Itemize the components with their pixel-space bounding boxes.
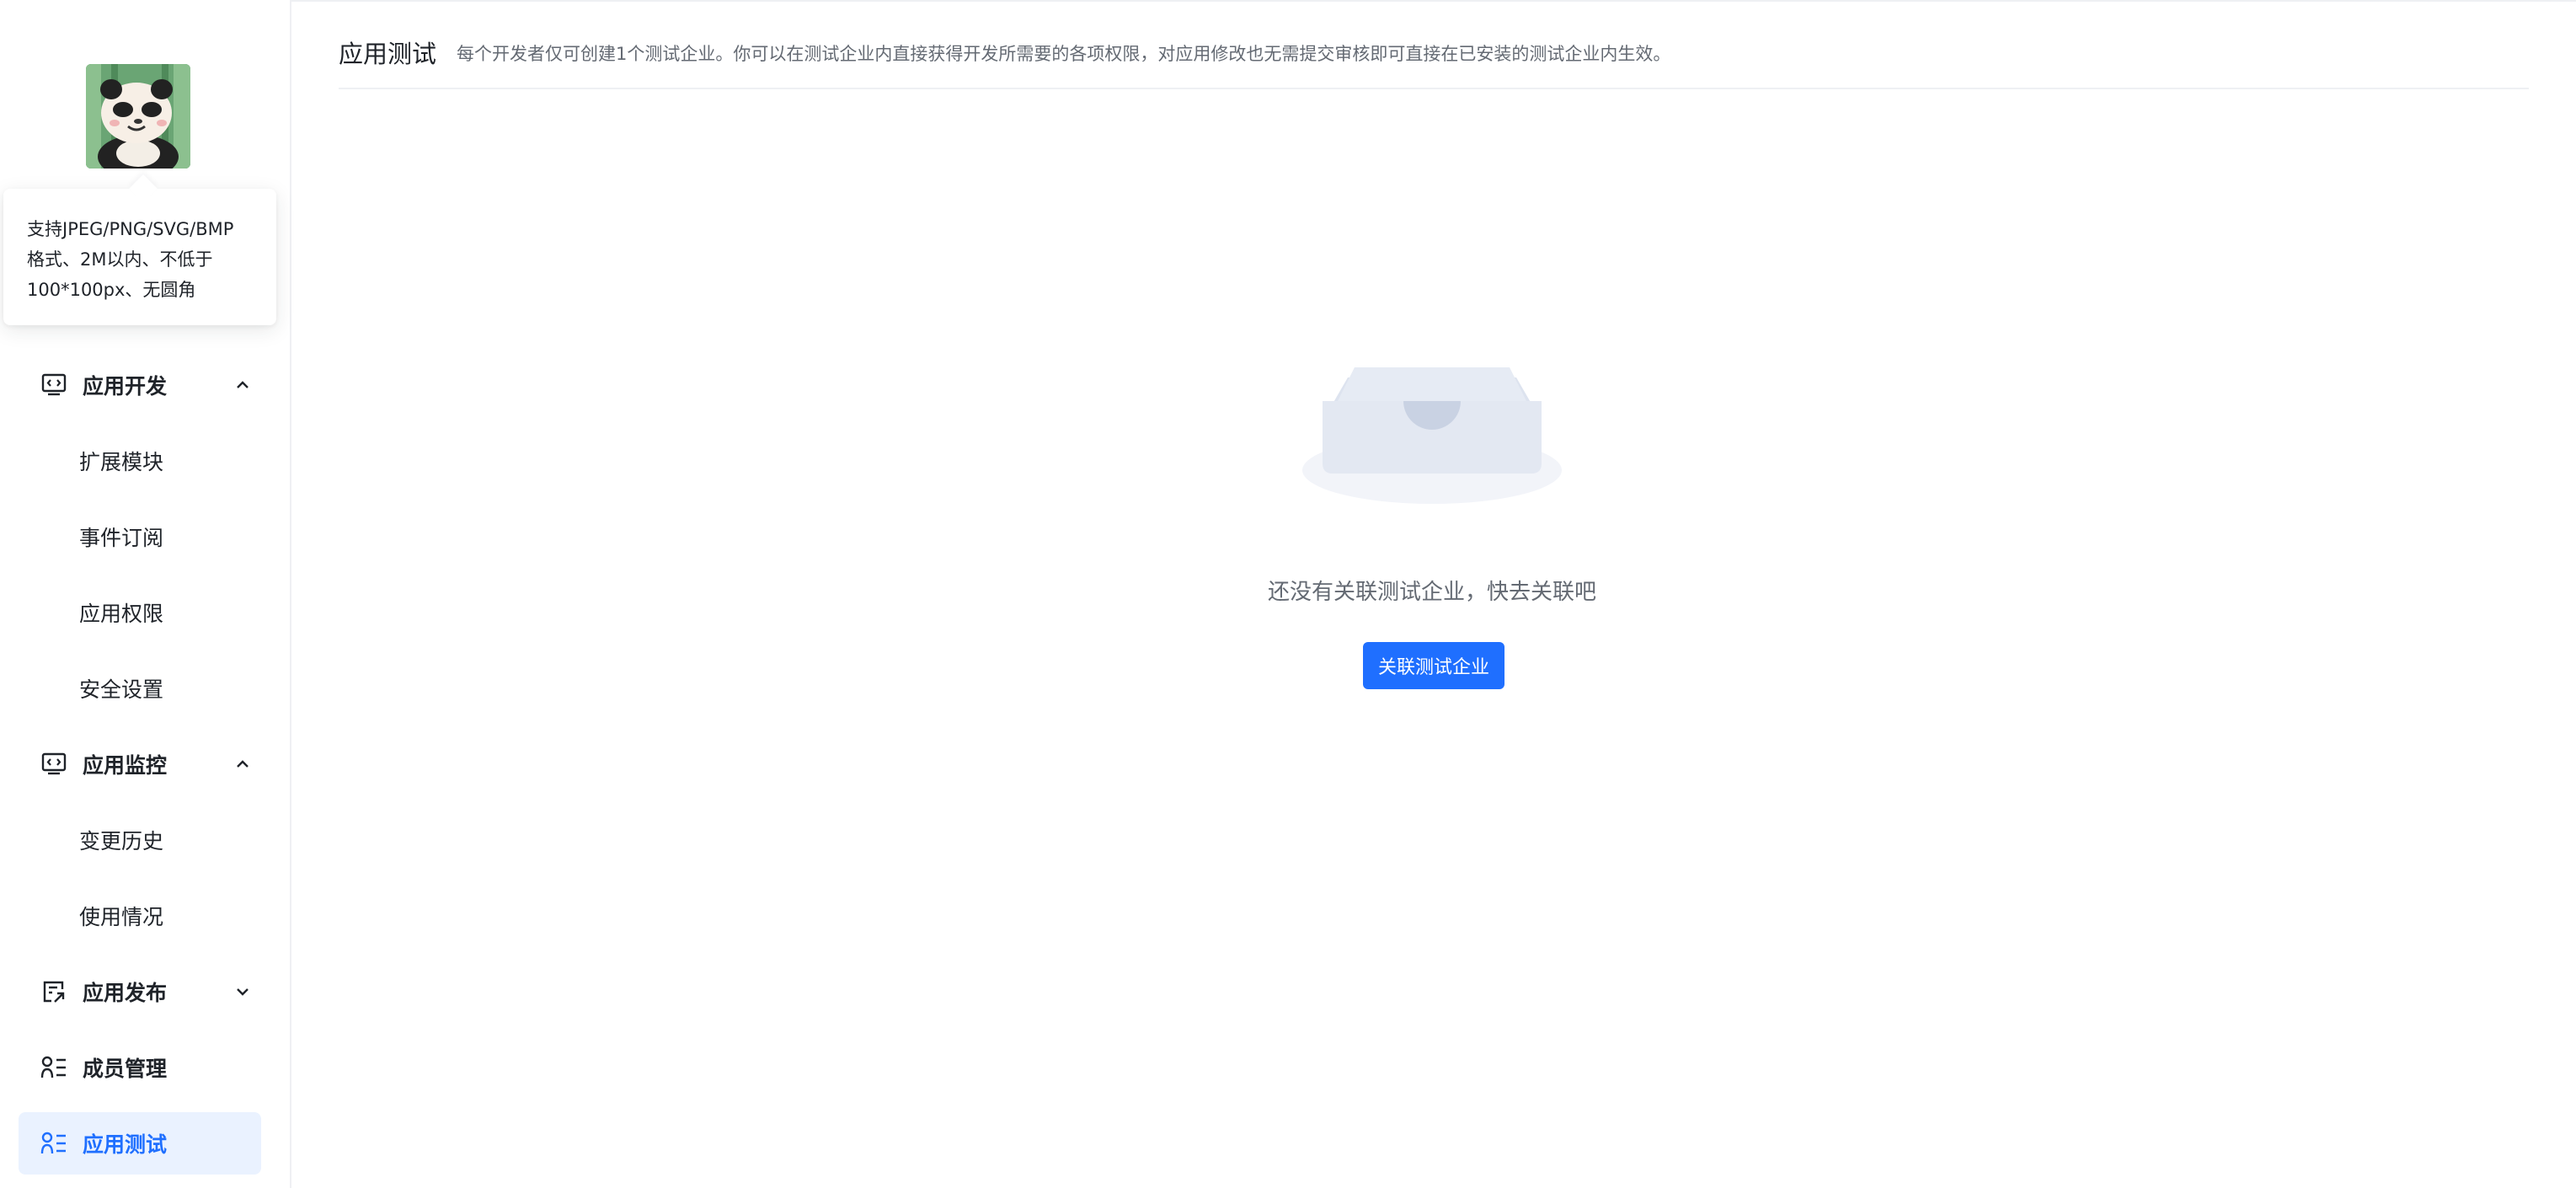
page-title: 应用测试 bbox=[339, 40, 437, 68]
empty-state-illustration bbox=[1297, 345, 1567, 514]
tooltip-line-3: 100*100px、无圆角 bbox=[27, 280, 196, 300]
link-test-enterprise-button[interactable]: 关联测试企业 bbox=[1363, 642, 1504, 689]
sidebar-item-extensions[interactable]: 扩展模块 bbox=[19, 430, 261, 492]
sidebar-item-change-history[interactable]: 变更历史 bbox=[19, 809, 261, 871]
chevron-up-icon bbox=[237, 381, 249, 388]
member-list-icon bbox=[40, 1054, 67, 1081]
nav-group-label: 应用发布 bbox=[83, 981, 168, 1005]
page-header: 应用测试 每个开发者仅可创建1个测试企业。你可以在测试企业内直接获得开发所需要的… bbox=[339, 37, 2529, 89]
code-window-icon bbox=[40, 372, 67, 399]
empty-state-message: 还没有关联测试企业，快去关联吧 bbox=[1267, 580, 1596, 605]
panda-avatar-icon bbox=[86, 64, 190, 169]
nav-group-app-dev[interactable]: 应用开发 bbox=[19, 354, 261, 416]
nav-group-label: 成员管理 bbox=[83, 1057, 168, 1081]
sidebar-item-security[interactable]: 安全设置 bbox=[19, 657, 261, 720]
nav-group-monitor[interactable]: 应用监控 bbox=[19, 733, 261, 795]
nav-group-label: 应用测试 bbox=[83, 1132, 168, 1157]
nav-group-label: 应用开发 bbox=[83, 374, 168, 399]
member-list-icon bbox=[40, 1130, 67, 1157]
chevron-down-icon bbox=[237, 988, 249, 996]
avatar-format-tooltip: 支持JPEG/PNG/SVG/BMP 格式、2M以内、不低于 100*100px… bbox=[3, 189, 276, 325]
top-divider bbox=[0, 0, 2576, 2]
nav-group-label: 应用监控 bbox=[83, 753, 168, 778]
code-window-icon bbox=[40, 751, 67, 778]
app-avatar[interactable] bbox=[86, 64, 190, 169]
tooltip-line-1: 支持JPEG/PNG/SVG/BMP bbox=[27, 219, 234, 239]
chevron-up-icon bbox=[237, 760, 249, 768]
sidebar-item-events[interactable]: 事件订阅 bbox=[19, 506, 261, 568]
sidebar-item-usage[interactable]: 使用情况 bbox=[19, 885, 261, 947]
nav-group-publish[interactable]: 应用发布 bbox=[19, 961, 261, 1023]
empty-inbox-icon bbox=[1302, 367, 1562, 504]
page-description: 每个开发者仅可创建1个测试企业。你可以在测试企业内直接获得开发所需要的各项权限，… bbox=[457, 44, 1671, 64]
publish-icon bbox=[40, 978, 67, 1005]
nav-app-testing[interactable]: 应用测试 bbox=[19, 1112, 261, 1175]
sidebar-item-permissions[interactable]: 应用权限 bbox=[19, 581, 261, 644]
sidebar: 支持JPEG/PNG/SVG/BMP 格式、2M以内、不低于 100*100px… bbox=[0, 0, 291, 1188]
tooltip-line-2: 格式、2M以内、不低于 bbox=[27, 249, 213, 270]
nav-members[interactable]: 成员管理 bbox=[19, 1036, 261, 1099]
